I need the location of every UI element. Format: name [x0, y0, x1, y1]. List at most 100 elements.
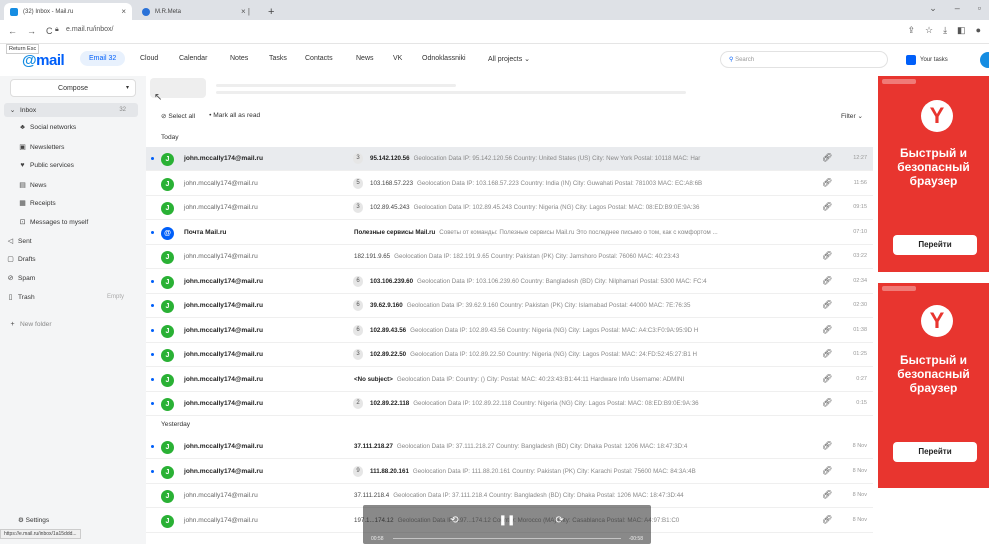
url-field[interactable]: e.mail.ru/inbox/: [66, 26, 113, 33]
message-row[interactable]: Jjohn.mccally174@mail.ru 6 103.106.239.60 G…: [146, 270, 873, 294]
new-tab-button[interactable]: +: [262, 3, 278, 20]
ad-banner[interactable]: Y Быстрый и безопасный браузер Перейти: [878, 283, 989, 488]
sidebar-item-inbox[interactable]: ⌄ Inbox 32: [8, 106, 126, 115]
message-row[interactable]: Jjohn.mccally174@mail.ru 3 102.89.45.243 Ge…: [146, 196, 873, 220]
snippet: Советы от команды: Полезные сервисы Mail…: [439, 228, 718, 236]
minimize-icon[interactable]: –: [955, 3, 960, 14]
download-icon[interactable]: ⤓: [943, 25, 947, 36]
unread-dot-icon[interactable]: [151, 304, 154, 307]
message-row[interactable]: Jjohn.mccally174@mail.ru 5 103.168.57.223 G…: [146, 172, 873, 196]
thread-count-badge: 3: [353, 202, 363, 213]
unread-dot-icon[interactable]: [151, 157, 154, 160]
unread-dot-icon[interactable]: [151, 279, 154, 283]
message-row[interactable]: Jjohn.mccally174@mail.ru <No subject> Geol…: [146, 368, 873, 392]
ad-banner[interactable]: Y Быстрый и безопасный браузер Перейти: [878, 76, 989, 272]
message-row[interactable]: Jjohn.mccally174@mail.ru 6 39.62.9.160 Geol…: [146, 294, 873, 318]
mail-header: @mail Email 32 Cloud Calendar Notes Task…: [0, 44, 989, 76]
star-icon[interactable]: ☆: [925, 25, 933, 36]
nav-tasks[interactable]: Tasks: [269, 55, 287, 62]
attachment-icon: 🔗︎: [822, 398, 833, 407]
rewind-icon[interactable]: ⟲: [450, 515, 458, 526]
sender-name: john.mccally174@mail.ru: [184, 443, 263, 450]
compose-button[interactable]: Compose ▾: [10, 79, 136, 97]
sidebar-item-social-networks[interactable]: ♣ Social networks: [18, 124, 76, 131]
close-tab-icon[interactable]: ×: [121, 7, 126, 16]
nav-cloud[interactable]: Cloud: [140, 55, 158, 62]
sender-avatar: J: [161, 349, 174, 362]
sidebar-item-receipts[interactable]: ▦ Receipts: [18, 199, 55, 208]
loading-placeholder: [216, 91, 686, 94]
mark-all-read-button[interactable]: • Mark all as read: [209, 112, 260, 120]
unread-dot-icon[interactable]: [151, 230, 154, 234]
nav-news[interactable]: News: [356, 55, 374, 62]
message-preview: 95.142.120.56 Geolocation Data IP: 95.142…: [370, 155, 812, 162]
sender-avatar: J: [161, 153, 174, 166]
message-row[interactable]: Jjohn.mccally174@mail.ru 9 111.88.20.161 Ge…: [146, 460, 873, 484]
close-tab-icon[interactable]: × |: [241, 7, 250, 16]
sidebar-item-drafts[interactable]: ▢ Drafts: [6, 255, 35, 264]
sidebar-item-sent[interactable]: ◁ Sent: [6, 237, 32, 246]
nav-notes[interactable]: Notes: [230, 55, 248, 62]
ad-text: Быстрый и безопасный браузер: [897, 146, 970, 188]
chevron-down-icon[interactable]: ▾: [126, 80, 129, 97]
your-tasks-button[interactable]: Your tasks: [906, 55, 948, 65]
ad-go-button[interactable]: Перейти: [893, 442, 977, 462]
seek-bar[interactable]: [393, 538, 621, 539]
restore-icon[interactable]: ▫: [978, 3, 981, 14]
message-preview: 39.62.9.160 Geolocation Data IP: 39.62.9.…: [370, 302, 812, 309]
message-time: 12:27: [853, 155, 867, 161]
unread-dot-icon[interactable]: [151, 469, 154, 473]
browser-tab-inbox[interactable]: (32) Inbox - Mail.ru ×: [4, 3, 132, 20]
nav-contacts[interactable]: Contacts: [305, 55, 333, 62]
mail-logo[interactable]: @mail: [22, 52, 65, 69]
empty-trash-link[interactable]: Empty: [107, 294, 124, 300]
nav-all-projects[interactable]: All projects ⌄: [488, 55, 530, 63]
sidebar-item-messages-to-myself[interactable]: ⊡ Messages to myself: [18, 218, 89, 227]
user-avatar[interactable]: [980, 52, 989, 68]
message-row[interactable]: Jjohn.mccally174@mail.ru 6 102.89.43.56 Geo…: [146, 319, 873, 343]
forward-icon[interactable]: →: [27, 26, 36, 36]
sidebar-item-public-services[interactable]: ♥ Public services: [18, 162, 74, 169]
message-row[interactable]: Jjohn.mccally174@mail.ru 3 95.142.120.56 Ge…: [146, 147, 873, 171]
nav-vk[interactable]: VK: [393, 55, 402, 62]
chevron-down-icon[interactable]: ⌄: [929, 3, 937, 14]
filter-dropdown[interactable]: Filter ⌄: [841, 112, 863, 120]
browser-tab-meta[interactable]: M.R.Meta × |: [136, 3, 256, 20]
sender-name: john.mccally174@mail.ru: [184, 155, 263, 162]
back-icon[interactable]: ←: [8, 26, 17, 36]
new-folder-button[interactable]: + New folder: [8, 321, 51, 328]
sidebar-item-trash[interactable]: ▯ Trash Empty: [6, 293, 124, 302]
message-row[interactable]: Jjohn.mccally174@mail.ru 182.191.9.65 Geol…: [146, 245, 873, 269]
snippet: Geolocation Data IP: 102.89.45.243 Count…: [413, 204, 700, 211]
share-icon[interactable]: ⇪: [907, 25, 915, 36]
subject: Полезные сервисы Mail.ru: [354, 228, 436, 236]
forward-icon[interactable]: ⟳: [555, 515, 563, 526]
unread-dot-icon[interactable]: [151, 445, 154, 448]
settings-link[interactable]: ⚙ Settings: [18, 516, 49, 524]
unread-dot-icon[interactable]: [151, 402, 154, 405]
unread-dot-icon[interactable]: [151, 353, 154, 356]
chevron-down-icon[interactable]: ⌄: [8, 106, 17, 114]
message-row[interactable]: Jjohn.mccally174@mail.ru 2 102.89.22.118 Ge…: [146, 392, 873, 416]
unread-dot-icon[interactable]: [151, 328, 154, 332]
nav-calendar[interactable]: Calendar: [179, 55, 207, 62]
ad-go-button[interactable]: Перейти: [893, 235, 977, 255]
sidebar-item-spam[interactable]: ⊘ Spam: [6, 274, 36, 283]
sender-avatar: J: [161, 398, 174, 411]
sidebar-item-news[interactable]: ▤ News: [18, 181, 46, 190]
message-row[interactable]: @ Почта Mail.ru Полезные сервисы Mail.ru Со…: [146, 221, 873, 245]
nav-email[interactable]: Email 32: [80, 51, 126, 66]
search-input[interactable]: ⚲ Search: [720, 51, 888, 68]
profile-icon[interactable]: ●: [976, 25, 981, 36]
sidepanel-icon[interactable]: ◧: [957, 25, 966, 36]
message-row[interactable]: Jjohn.mccally174@mail.ru 3 102.89.22.50 Geo…: [146, 343, 873, 367]
message-preview: <No subject> Geolocation Data IP: Country…: [354, 376, 812, 383]
pause-icon[interactable]: ❚❚: [499, 515, 516, 526]
unread-dot-icon[interactable]: [151, 377, 154, 381]
sidebar-item-newsletters[interactable]: ▣ Newsletters: [18, 143, 64, 152]
message-row[interactable]: Jjohn.mccally174@mail.ru 37.111.218.27 Geo…: [146, 435, 873, 459]
reload-icon[interactable]: C: [46, 26, 53, 36]
trash-icon: ▯: [8, 294, 13, 301]
nav-odnoklassniki[interactable]: Odnoklassniki: [422, 55, 466, 62]
select-all-button[interactable]: ⊘ Select all: [161, 112, 195, 120]
